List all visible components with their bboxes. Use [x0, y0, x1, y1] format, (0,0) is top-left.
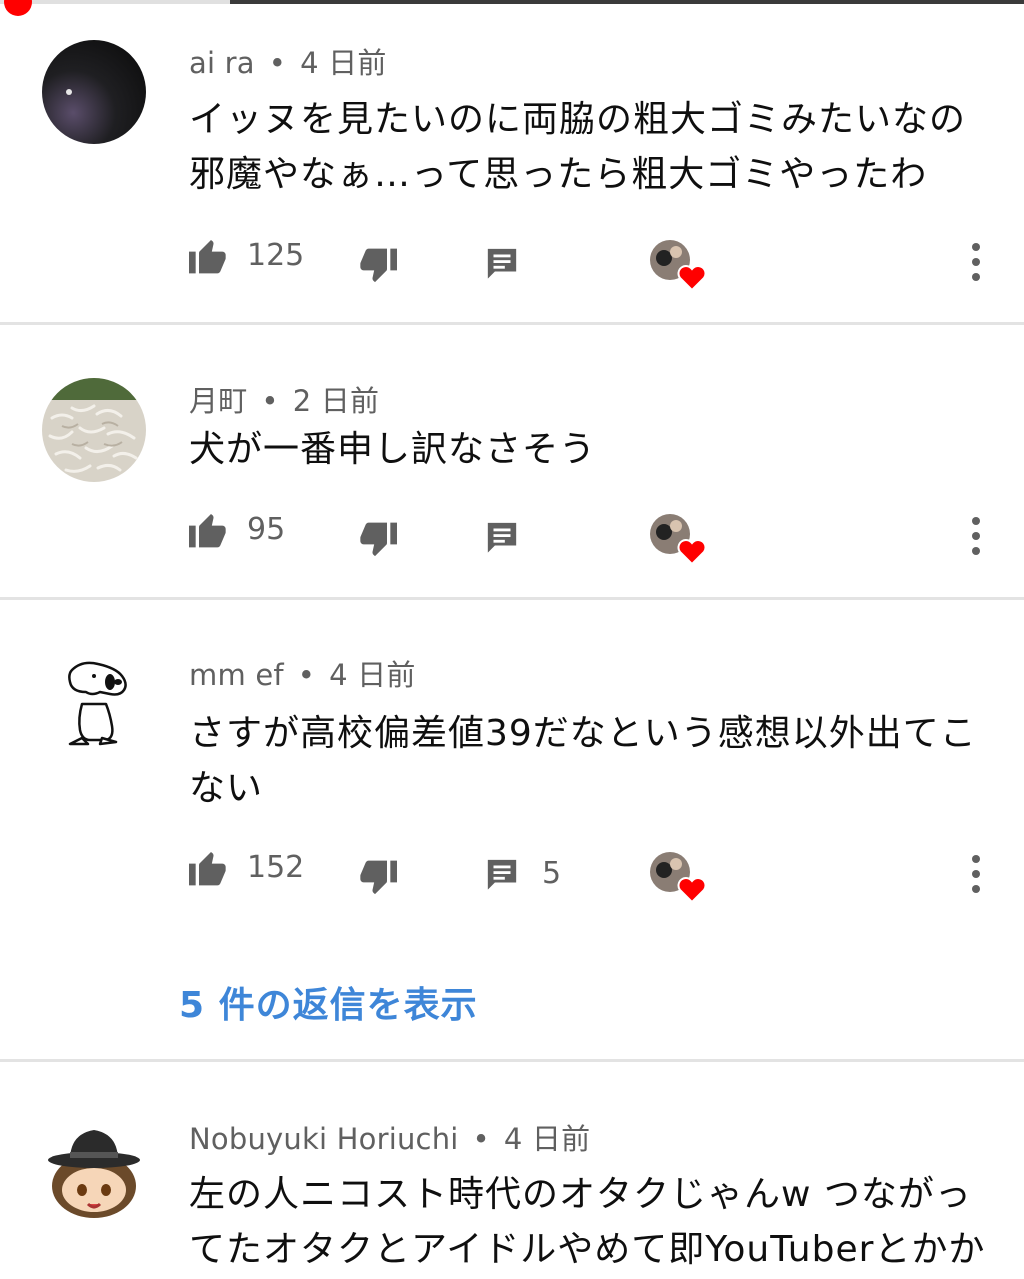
progress-scrubber-knob[interactable] — [4, 0, 32, 16]
reply-button[interactable] — [484, 520, 520, 554]
author-name[interactable]: 月町 — [189, 384, 247, 418]
dislike-button[interactable] — [357, 860, 397, 898]
dislike-button[interactable] — [357, 248, 397, 286]
author-name[interactable]: ai ra — [189, 46, 255, 80]
like-button[interactable]: 152 — [189, 848, 304, 886]
like-count: 125 — [247, 237, 305, 273]
comment-divider — [0, 597, 1024, 600]
comment-text: 左の人ニコスト時代のオタクじゃんw つながっ てたオタクとアイドルやめて即You… — [189, 1167, 989, 1277]
dislike-button[interactable] — [357, 522, 397, 560]
comment-text-line: 邪魔やなぁ…って思ったら粗大ゴミやったわ — [189, 154, 928, 195]
comment-time: 4 日前 — [329, 658, 416, 692]
comment-text: さすが高校偏差値39だなという感想以外出てこ ない — [189, 706, 989, 816]
comment-meta: ai ra • 4 日前 — [189, 40, 387, 82]
comment-text-line: イッヌを見たいのに両脇の粗大ゴミみたいなの — [189, 99, 967, 140]
thumb-up-icon — [189, 510, 229, 548]
more-options-button[interactable] — [966, 854, 986, 898]
more-options-button[interactable] — [966, 242, 986, 286]
more-vert-icon — [966, 243, 986, 286]
comment-text-line: 犬が一番申し訳なさそう — [189, 429, 597, 470]
comment-text-line: 左の人ニコスト時代のオタクじゃんw つながっ — [189, 1174, 972, 1215]
comment-text-line: てたオタクとアイドルやめて即YouTuberとかか — [189, 1229, 986, 1270]
comment-divider — [0, 1059, 1024, 1062]
comment-time: 4 日前 — [503, 1122, 591, 1156]
avatar[interactable] — [42, 40, 146, 144]
comment-actions: 152 5 — [0, 842, 1024, 904]
progress-played — [0, 0, 230, 4]
thumb-up-icon — [189, 236, 229, 274]
view-replies-link[interactable]: 5 件の返信を表示 — [179, 976, 478, 1028]
comment-time: 4 日前 — [300, 46, 387, 80]
thumb-up-icon — [189, 848, 229, 886]
like-count: 95 — [247, 511, 286, 547]
comment-text: 犬が一番申し訳なさそう — [189, 422, 989, 477]
comment-text-line: さすが高校偏差値39だなという感想以外出てこ — [189, 713, 977, 754]
comment-meta: mm ef • 4 日前 — [189, 652, 416, 694]
comment-meta: Nobuyuki Horiuchi • 4 日前 — [189, 1116, 590, 1158]
avatar[interactable] — [42, 378, 146, 482]
author-name[interactable]: Nobuyuki Horiuchi — [189, 1122, 459, 1156]
comment-time: 2 日前 — [292, 384, 380, 418]
more-options-button[interactable] — [966, 516, 986, 560]
creator-heart-icon — [650, 850, 707, 906]
avatar[interactable] — [42, 652, 146, 756]
separator-dot: • — [297, 658, 316, 692]
separator-dot: • — [268, 46, 287, 80]
comment-icon — [484, 857, 520, 891]
separator-dot: • — [472, 1122, 490, 1156]
comment-divider — [0, 322, 1024, 325]
like-count: 152 — [247, 849, 305, 885]
reply-button[interactable]: 5 — [484, 856, 561, 891]
creator-heart-icon — [650, 238, 707, 294]
comment-meta: 月町 • 2 日前 — [189, 378, 379, 420]
avatar[interactable] — [42, 1116, 146, 1220]
thumb-down-icon — [357, 860, 397, 898]
author-name[interactable]: mm ef — [189, 658, 284, 692]
reply-button[interactable] — [484, 246, 520, 280]
video-progress-bar[interactable] — [0, 0, 1024, 16]
separator-dot: • — [261, 384, 279, 418]
comment-actions: 95 — [0, 504, 1024, 566]
comment-icon — [484, 520, 520, 554]
comment-text: イッヌを見たいのに両脇の粗大ゴミみたいなの 邪魔やなぁ…って思ったら粗大ゴミやっ… — [189, 92, 989, 202]
like-button[interactable]: 95 — [189, 510, 285, 548]
comment-icon — [484, 246, 520, 280]
more-vert-icon — [966, 855, 986, 898]
comment-actions: 125 — [0, 230, 1024, 292]
more-vert-icon — [966, 517, 986, 560]
like-button[interactable]: 125 — [189, 236, 304, 274]
reply-count: 5 — [542, 856, 562, 891]
thumb-down-icon — [357, 522, 397, 560]
comment-text-line: ない — [189, 768, 264, 809]
thumb-down-icon — [357, 248, 397, 286]
creator-heart-icon — [650, 512, 707, 568]
